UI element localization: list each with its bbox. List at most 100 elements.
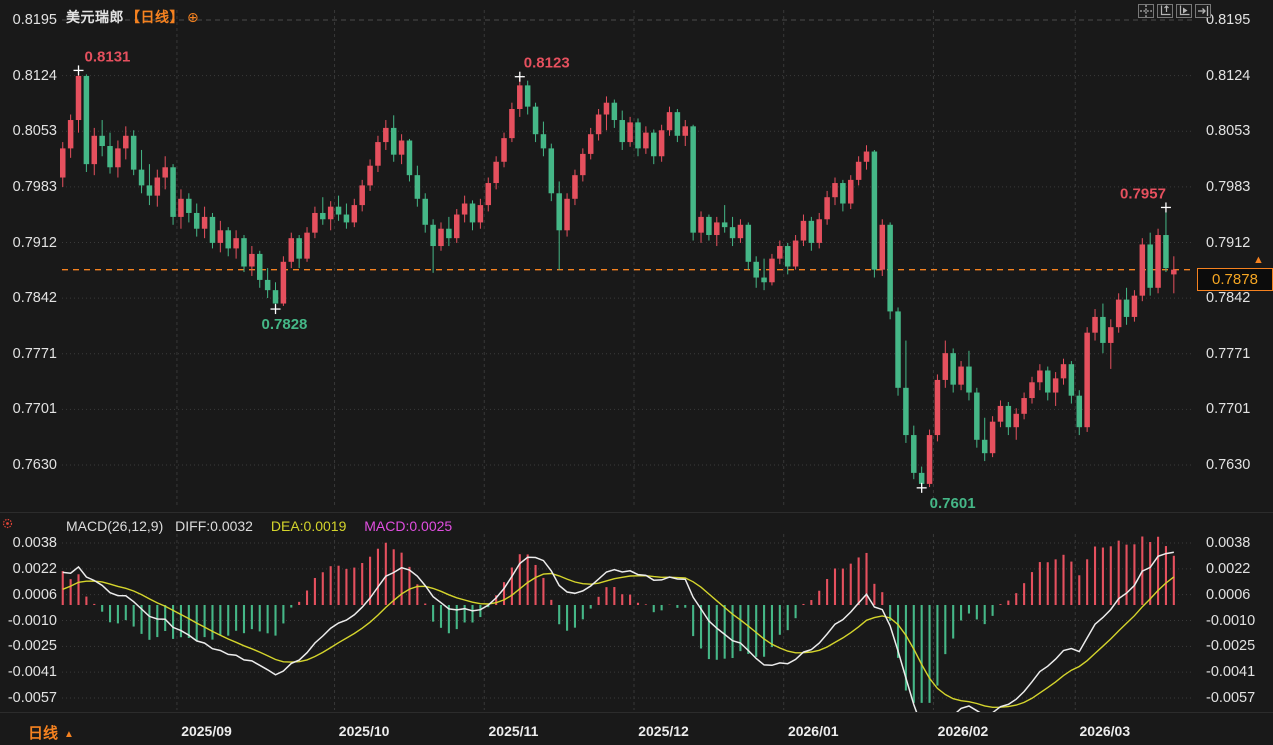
candle [800,220,807,241]
candle [383,127,389,143]
period-selector[interactable]: 日线 ▲ [28,722,74,743]
circle-plus-icon[interactable]: ⊕ [187,9,199,25]
y-axis-label: 0.0038 [12,535,57,551]
candle [414,175,421,199]
candle [123,135,129,149]
crosshair-tool-button[interactable] [1138,4,1154,18]
candle [1100,316,1106,343]
triangle-up-icon: ▲ [64,729,74,740]
macd-canvas[interactable] [0,512,1273,745]
candle [1029,382,1035,399]
chart-toolbar [1138,4,1211,18]
candle [162,167,168,178]
y-axis-label: 0.7983 [1206,178,1251,195]
candle [674,112,681,136]
y-axis-label: 0.0022 [12,560,57,577]
candle [91,135,98,165]
candle [934,379,941,436]
candle [1155,235,1161,288]
candle [824,197,830,220]
y-axis-label: 0.7912 [12,234,57,251]
candle [848,179,854,204]
goto-latest-icon [1198,6,1209,16]
candle [225,230,231,249]
candle [1013,413,1019,428]
period-tag: 【日线】 [126,9,184,25]
diff-line [62,551,1174,734]
candle [595,114,602,135]
y-axis-scale-button[interactable] [1157,4,1173,18]
candle [627,122,633,143]
candle [1171,269,1177,275]
candle [1084,332,1090,428]
candle [1068,364,1075,396]
candle [942,353,949,380]
candle [989,421,996,454]
candle [682,126,689,136]
price-line-arrow-icon: ▲ [1253,254,1264,266]
candle [1021,398,1027,414]
auto-play-icon [1179,5,1190,16]
candle [130,135,137,170]
candle [75,75,82,121]
candle [1123,299,1130,317]
candle [926,435,933,484]
candle [296,238,302,259]
candle [438,228,444,247]
y-axis-label: 0.7842 [12,290,57,307]
y-axis-label: 0.7771 [12,345,57,362]
candle [777,246,783,259]
candle [745,224,752,262]
y-axis-label: 0.8124 [12,67,57,84]
goto-latest-button[interactable] [1195,4,1211,18]
candle [233,238,239,249]
candle [895,311,901,388]
candle [312,212,318,233]
auto-play-button[interactable] [1176,4,1192,18]
main-gridlines [62,10,1192,506]
candles-layer [60,70,1177,488]
candle [903,387,909,436]
y-axis-label: 0.0022 [1206,560,1251,577]
chart-root: 0.8131 0.8123 0.7957 0.7828 0.7601 美元瑞郎 【日线】 ⊕ [0,0,1273,745]
candle [1147,244,1153,288]
candle [564,198,570,231]
candle [816,219,822,243]
y-axis-label: 0.7842 [1206,290,1251,307]
candle [390,127,397,155]
candle [658,130,665,157]
candle [335,206,342,215]
candle [690,126,696,233]
candle [1052,378,1059,393]
candle [280,261,287,304]
x-axis-month-label: 2025/11 [488,723,539,739]
macd-header: MACD(26,12,9) DIFF:0.0032 DEA:0.0019 MAC… [66,518,452,534]
main-chart-canvas[interactable]: 0.8131 0.8123 0.7957 0.7828 0.7601 [0,0,1273,512]
candle [966,366,972,393]
candle [611,102,618,121]
candle [840,183,846,204]
candle [832,183,838,198]
candle [186,198,192,213]
candle [517,85,523,109]
candle [556,193,562,231]
candle [320,212,326,220]
candle [461,203,468,215]
candle [974,392,980,440]
candle [375,142,381,166]
crosshair-icon [1140,5,1152,17]
y-axis-label: -0.0041 [7,664,57,681]
candle [643,132,649,149]
candle [406,140,413,176]
candle [83,75,90,165]
candle [477,205,484,223]
candle [855,161,862,180]
chart-title: 美元瑞郎 【日线】 ⊕ [66,7,199,27]
y-axis-label: 0.7701 [1206,401,1251,418]
candle [784,246,791,267]
y-axis-label: 0.8053 [1206,123,1251,140]
y-axis-label: 0.7630 [1206,457,1251,473]
y-axis-label: 0.7630 [12,457,57,473]
candle [769,258,775,283]
candle [729,227,736,239]
